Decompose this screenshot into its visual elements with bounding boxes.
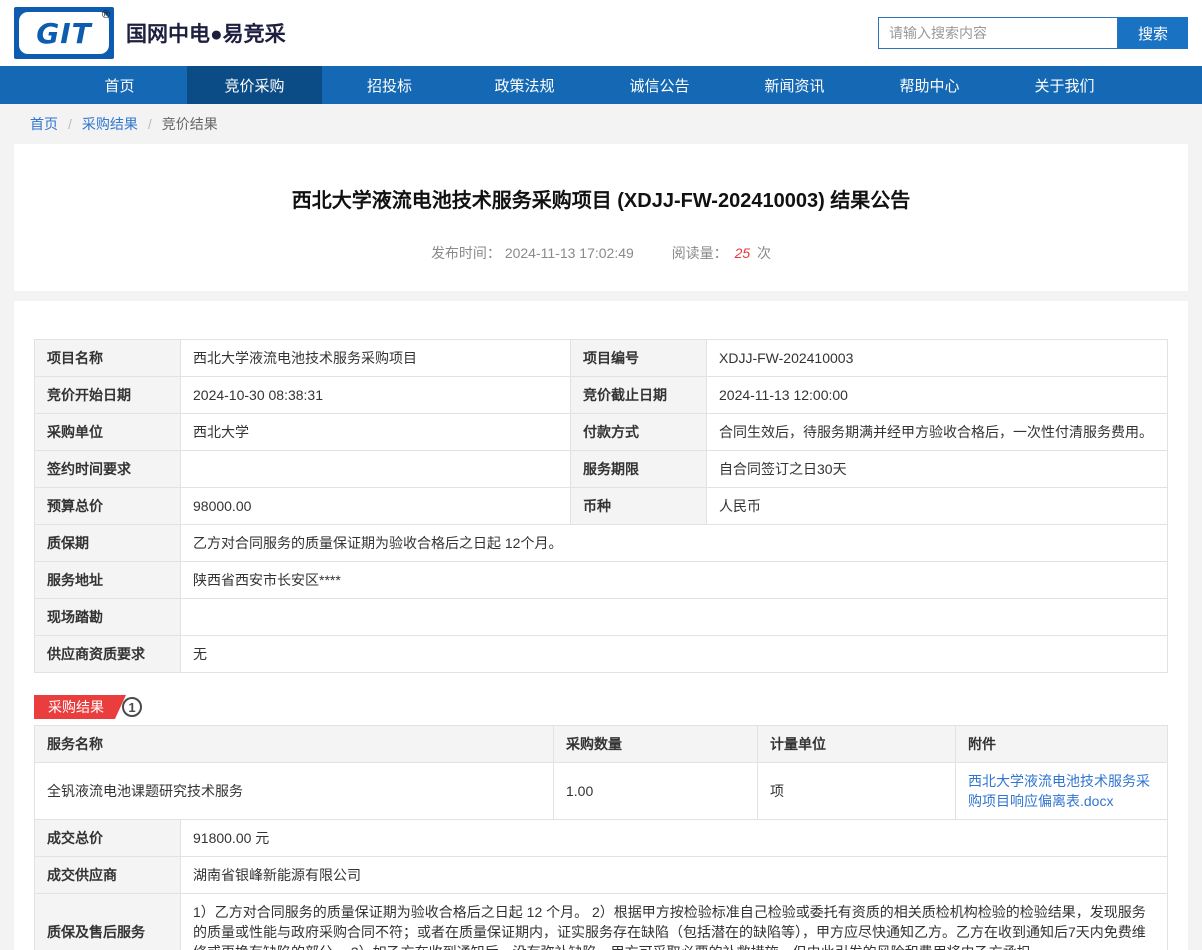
warranty-after-sales-text: 1）乙方对合同服务的质量保证期为验收合格后之日起 12 个月。 2）根据甲方按检…: [181, 894, 1168, 950]
result-badge: 采购结果: [34, 695, 126, 719]
field-label: 质保期: [35, 525, 181, 562]
attachment-link[interactable]: 西北大学液流电池技术服务采购项目响应偏离表.docx: [968, 773, 1150, 809]
table-header-row: 服务名称 采购数量 计量单位 附件: [35, 726, 1168, 763]
field-value: 2024-11-13 12:00:00: [707, 377, 1168, 414]
table-row: 成交供应商 湖南省银峰新能源有限公司: [35, 857, 1168, 894]
field-value: 西北大学: [181, 414, 571, 451]
field-label: 成交总价: [35, 820, 181, 857]
field-label: 现场踏勘: [35, 599, 181, 636]
table-row: 全钒液流电池课题研究技术服务 1.00 项 西北大学液流电池技术服务采购项目响应…: [35, 763, 1168, 820]
field-value: 西北大学液流电池技术服务采购项目: [181, 340, 571, 377]
field-value: [181, 599, 1168, 636]
article-meta: 发布时间： 2024-11-13 17:02:49 阅读量： 25 次: [34, 243, 1168, 263]
field-label: 服务地址: [35, 562, 181, 599]
field-value: 人民币: [707, 488, 1168, 525]
search-bar: 搜索: [878, 17, 1188, 49]
field-label: 成交供应商: [35, 857, 181, 894]
winning-supplier: 湖南省银峰新能源有限公司: [181, 857, 1168, 894]
registered-trademark-icon: ®: [102, 9, 110, 21]
announcement-header-card: 西北大学液流电池技术服务采购项目 (XDJJ-FW-202410003) 结果公…: [14, 144, 1188, 291]
field-label: 服务期限: [571, 451, 707, 488]
views-unit: 次: [757, 245, 771, 261]
field-value: 合同生效后，待服务期满并经甲方验收合格后，一次性付清服务费用。: [707, 414, 1168, 451]
field-value: 自合同签订之日30天: [707, 451, 1168, 488]
column-header-quantity: 采购数量: [554, 726, 758, 763]
column-header-attachment: 附件: [956, 726, 1168, 763]
table-row: 服务地址 陕西省西安市长安区****: [35, 562, 1168, 599]
column-header-unit: 计量单位: [758, 726, 956, 763]
table-row: 预算总价 98000.00 币种 人民币: [35, 488, 1168, 525]
logo-background: GIT: [19, 12, 109, 54]
announcement-body-card: 项目名称 西北大学液流电池技术服务采购项目 项目编号 XDJJ-FW-20241…: [14, 301, 1188, 950]
publish-time-value: 2024-11-13 17:02:49: [505, 245, 634, 261]
field-value: 2024-10-30 08:38:31: [181, 377, 571, 414]
table-row: 采购单位 西北大学 付款方式 合同生效后，待服务期满并经甲方验收合格后，一次性付…: [35, 414, 1168, 451]
field-label: 预算总价: [35, 488, 181, 525]
search-button[interactable]: 搜索: [1118, 17, 1188, 49]
nav-item-bidding-procurement[interactable]: 竞价采购: [187, 66, 322, 104]
field-value: XDJJ-FW-202410003: [707, 340, 1168, 377]
field-value: 乙方对合同服务的质量保证期为验收合格后之日起 12个月。: [181, 525, 1168, 562]
field-label: 竞价截止日期: [571, 377, 707, 414]
table-row: 质保期 乙方对合同服务的质量保证期为验收合格后之日起 12个月。: [35, 525, 1168, 562]
field-label: 签约时间要求: [35, 451, 181, 488]
table-row: 现场踏勘: [35, 599, 1168, 636]
field-label: 供应商资质要求: [35, 636, 181, 673]
breadcrumb-separator: /: [148, 116, 152, 132]
column-header-service-name: 服务名称: [35, 726, 554, 763]
field-label: 付款方式: [571, 414, 707, 451]
logo-text: GIT: [36, 17, 92, 50]
table-row: 成交总价 91800.00 元: [35, 820, 1168, 857]
breadcrumb-current: 竞价结果: [162, 114, 218, 134]
budget-total-value: 98000.00: [181, 488, 571, 525]
quantity-cell: 1.00: [554, 763, 758, 820]
views-label: 阅读量：: [672, 245, 728, 261]
table-row: 供应商资质要求 无: [35, 636, 1168, 673]
site-header: GIT ® 国网中电●易竞采 搜索: [0, 0, 1202, 66]
table-row: 质保及售后服务 1）乙方对合同服务的质量保证期为验收合格后之日起 12 个月。 …: [35, 894, 1168, 950]
field-value: 无: [181, 636, 1168, 673]
search-input[interactable]: [878, 17, 1118, 49]
field-label: 质保及售后服务: [35, 894, 181, 950]
field-label: 竞价开始日期: [35, 377, 181, 414]
breadcrumb-separator: /: [68, 116, 72, 132]
breadcrumb: 首页 / 采购结果 / 竞价结果: [0, 104, 1202, 144]
nav-item-policies[interactable]: 政策法规: [457, 66, 592, 104]
unit-cell: 项: [758, 763, 956, 820]
views-count: 25: [735, 245, 751, 261]
project-details-table: 项目名称 西北大学液流电池技术服务采购项目 项目编号 XDJJ-FW-20241…: [34, 339, 1168, 673]
nav-item-news[interactable]: 新闻资讯: [727, 66, 862, 104]
nav-item-tendering[interactable]: 招投标: [322, 66, 457, 104]
field-label: 币种: [571, 488, 707, 525]
field-label: 项目名称: [35, 340, 181, 377]
site-title: 国网中电●易竞采: [126, 18, 286, 48]
table-row: 竞价开始日期 2024-10-30 08:38:31 竞价截止日期 2024-1…: [35, 377, 1168, 414]
breadcrumb-procurement-results[interactable]: 采购结果: [82, 114, 138, 134]
nav-item-about-us[interactable]: 关于我们: [997, 66, 1132, 104]
main-nav: 首页 竞价采购 招投标 政策法规 诚信公告 新闻资讯 帮助中心 关于我们: [0, 66, 1202, 104]
field-value: [181, 451, 571, 488]
nav-item-home[interactable]: 首页: [52, 66, 187, 104]
breadcrumb-home[interactable]: 首页: [30, 114, 58, 134]
site-logo[interactable]: GIT ®: [14, 7, 114, 59]
result-section-header: 采购结果 1: [34, 695, 1168, 719]
result-summary-table: 成交总价 91800.00 元 成交供应商 湖南省银峰新能源有限公司 质保及售后…: [34, 819, 1168, 950]
result-items-table: 服务名称 采购数量 计量单位 附件 全钒液流电池课题研究技术服务 1.00 项 …: [34, 725, 1168, 820]
nav-item-integrity-announcements[interactable]: 诚信公告: [592, 66, 727, 104]
service-name-cell: 全钒液流电池课题研究技术服务: [35, 763, 554, 820]
deal-total-price: 91800.00 元: [181, 820, 1168, 857]
table-row: 签约时间要求 服务期限 自合同签订之日30天: [35, 451, 1168, 488]
field-value: 陕西省西安市长安区****: [181, 562, 1168, 599]
page-title: 西北大学液流电池技术服务采购项目 (XDJJ-FW-202410003) 结果公…: [34, 184, 1168, 213]
result-badge-number: 1: [122, 697, 142, 717]
table-row: 项目名称 西北大学液流电池技术服务采购项目 项目编号 XDJJ-FW-20241…: [35, 340, 1168, 377]
nav-item-help-center[interactable]: 帮助中心: [862, 66, 997, 104]
publish-time-label: 发布时间：: [431, 245, 501, 261]
field-label: 项目编号: [571, 340, 707, 377]
field-label: 采购单位: [35, 414, 181, 451]
